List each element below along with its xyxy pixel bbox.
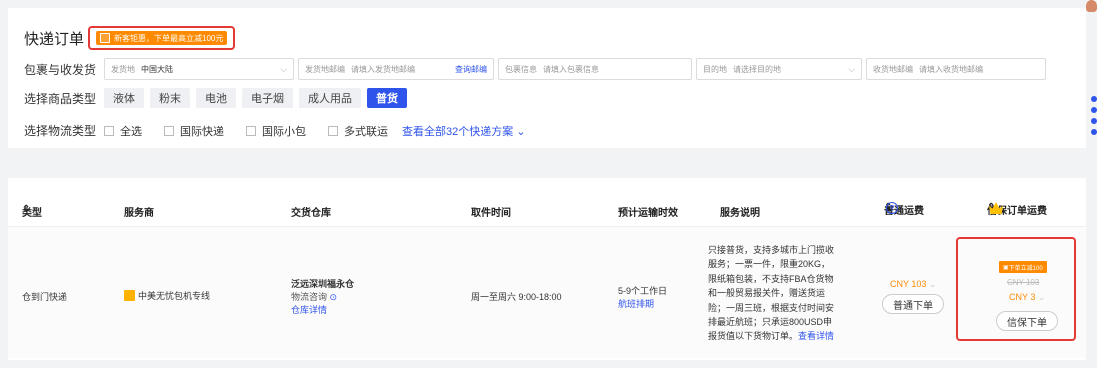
col-eta: 预计运输时效 [618, 208, 678, 219]
package-row: 包裹与收发货 发货地 中国大陆 ⌵ 发货地邮编 请填入发货地邮编 查询邮编 包裹… [24, 58, 1050, 80]
insured-order-button[interactable]: 信保下单 [996, 311, 1058, 331]
results-table: 类型 ⇕ 服务商 交货仓库 取件时间 预计运输时效 服务说明 普通运费 ⇕? 信… [8, 178, 1086, 360]
checkbox-box[interactable] [104, 125, 114, 136]
discount-text: 下单立减100 [1008, 265, 1043, 272]
row-eta: 5-9个工作日 [618, 286, 668, 296]
checkbox-intl-express[interactable]: 国际快递 [164, 123, 224, 139]
row-pickup: 周一至周六 9:00-18:00 [471, 292, 562, 302]
view-details-link[interactable]: 查看详情 [798, 331, 834, 341]
desc-line: 只接普货，支持多城市上门揽收 [708, 245, 835, 255]
package-info-key: 包裹信息 [505, 64, 537, 74]
logistics-consult-label: 物流咨询 [291, 292, 328, 302]
carrier-logo-icon [124, 290, 135, 301]
row-type: 仓到门快递 [22, 292, 68, 302]
desc-line: 和一般贸易报关件，赠送货运 [708, 288, 826, 299]
goods-chip-powder[interactable]: 粉末 [150, 88, 190, 108]
discount-badge: ▣ 下单立减100 [999, 261, 1047, 273]
goods-chip-ecig[interactable]: 电子烟 [242, 88, 293, 108]
logistics-row: 选择物流类型 全选 国际快递 国际小包 多式联运 查看全部32个快递方案 ⌄ [24, 122, 526, 139]
goods-chip-liquid[interactable]: 液体 [104, 88, 144, 108]
dest-zip-input[interactable]: 收货地邮编 请填入收货地邮编 [866, 58, 1046, 80]
checkbox-label: 国际快递 [180, 125, 224, 138]
carrier-name: 中美无忧包机专线 [138, 291, 211, 301]
goods-chip-battery[interactable]: 电池 [196, 88, 236, 108]
original-price: CNY 103 [1007, 278, 1040, 287]
origin-select[interactable]: 发货地 中国大陆 ⌵ [104, 58, 294, 80]
row-desc: 只接普货，支持多城市上门揽收 服务；一票一件，限重20KG， 限纸箱包装，不支持… [708, 243, 858, 344]
destination-key: 目的地 [703, 64, 727, 74]
help-icon[interactable]: ? [886, 202, 898, 214]
view-all-plans-link[interactable]: 查看全部32个快递方案 ⌄ [402, 123, 526, 139]
logistics-label: 选择物流类型 [24, 124, 97, 138]
dest-zip-key: 收货地邮编 [873, 64, 913, 74]
schedule-link[interactable]: 航班排期 [618, 297, 654, 310]
desc-line: 险；一周三班，根据支付时间安 [708, 302, 835, 313]
goods-row: 选择商品类型 液体 粉末 电池 电子烟 成人用品 普货 [24, 88, 413, 108]
chat-icon[interactable]: ⊙ [330, 292, 338, 302]
chevron-down-icon: ⌄ [928, 279, 937, 289]
package-info-input[interactable]: 包裹信息 请填入包裹信息 [498, 58, 692, 80]
checkbox-label: 全选 [120, 125, 142, 138]
table-row: 仓到门快递 中美无忧包机专线 泛远深圳福永仓 物流咨询 ⊙ 仓库详情 周一至周六… [8, 226, 1086, 358]
origin-zip-input[interactable]: 发货地邮编 请填入发货地邮编 查询邮编 [298, 58, 494, 80]
col-desc: 服务说明 [720, 208, 760, 219]
desc-line: 报货值以下货物订单。查看详情 [708, 329, 858, 343]
desc-line: 限纸箱包装，不支持FBA仓货物 [708, 273, 834, 284]
gift-icon [100, 33, 111, 43]
zip-lookup-link[interactable]: 查询邮编 [455, 64, 487, 75]
normal-order-button[interactable]: 普通下单 [882, 294, 944, 314]
checkbox-label: 多式联运 [344, 125, 388, 138]
chevron-down-icon: ⌄ [1037, 292, 1046, 302]
col-pickup: 取件时间 [471, 208, 511, 219]
promo-badge[interactable]: 新客钜惠，下单最高立减100元 [96, 31, 228, 45]
col-warehouse: 交货仓库 [291, 208, 331, 219]
promo-highlight: 新客钜惠，下单最高立减100元 [88, 26, 236, 50]
origin-zip-key: 发货地邮编 [305, 64, 345, 74]
checkbox-multimodal[interactable]: 多式联运 [328, 123, 388, 139]
origin-zip-placeholder: 请填入发货地邮编 [351, 64, 415, 74]
checkbox-box[interactable] [164, 125, 174, 136]
dest-zip-placeholder: 请填入收货地邮编 [919, 64, 983, 74]
side-float-icons[interactable] [1091, 96, 1097, 146]
chevron-down-icon: ⌵ [848, 64, 855, 74]
goods-chip-adult[interactable]: 成人用品 [299, 88, 361, 108]
normal-price-value: CNY 103 [890, 279, 927, 289]
promo-text: 新客钜惠，下单最高立减100元 [114, 33, 224, 43]
avatar-icon[interactable] [1086, 0, 1097, 12]
row-warehouse: 泛远深圳福永仓 [291, 279, 355, 289]
filter-card: 快递订单 新客钜惠，下单最高立减100元 包裹与收发货 发货地 中国大陆 ⌵ 发… [8, 8, 1086, 148]
desc-line: 服务；一票一件，限重20KG， [708, 259, 831, 270]
insured-price-value: CNY 3 [1009, 292, 1036, 302]
package-info-placeholder: 请填入包裹信息 [543, 64, 599, 74]
view-all-text: 查看全部32个快递方案 [402, 125, 514, 138]
goods-chip-general[interactable]: 普货 [367, 88, 407, 108]
checkbox-box[interactable] [246, 125, 256, 136]
title-row: 快递订单 新客钜惠，下单最高立减100元 [24, 26, 236, 50]
checkbox-intl-parcel[interactable]: 国际小包 [246, 123, 306, 139]
destination-select[interactable]: 目的地 请选择目的地 ⌵ [696, 58, 862, 80]
insured-price: CNY 3 ⌄ [1009, 292, 1045, 303]
chevron-down-icon: ⌵ [280, 64, 287, 74]
package-label: 包裹与收发货 [24, 62, 97, 77]
table-header: 类型 ⇕ 服务商 交货仓库 取件时间 预计运输时效 服务说明 普通运费 ⇕? 信… [8, 192, 1086, 228]
origin-value: 中国大陆 [141, 64, 173, 74]
desc-line: 排最近航班；只承运800USD申 [708, 317, 833, 328]
checkbox-box[interactable] [328, 125, 338, 136]
row-carrier: 中美无忧包机专线 [124, 289, 210, 302]
col-carrier: 服务商 [124, 208, 154, 219]
sort-icon[interactable]: ⇕ [22, 204, 30, 215]
goods-label: 选择商品类型 [24, 91, 97, 106]
desc-last-text: 报货值以下货物订单。 [708, 331, 799, 342]
checkbox-label: 国际小包 [262, 125, 306, 138]
checkbox-select-all[interactable]: 全选 [104, 123, 142, 139]
page-title: 快递订单 [24, 30, 85, 48]
warehouse-detail-link[interactable]: 仓库详情 [291, 303, 327, 316]
chevron-down-icon: ⌄ [516, 125, 526, 138]
logistics-consult[interactable]: 物流咨询 ⊙ [291, 290, 337, 303]
destination-placeholder: 请选择目的地 [733, 64, 781, 74]
normal-price: CNY 103 ⌄ [890, 279, 936, 290]
origin-key: 发货地 [111, 64, 135, 74]
page: 快递订单 新客钜惠，下单最高立减100元 包裹与收发货 发货地 中国大陆 ⌵ 发… [0, 0, 1097, 368]
